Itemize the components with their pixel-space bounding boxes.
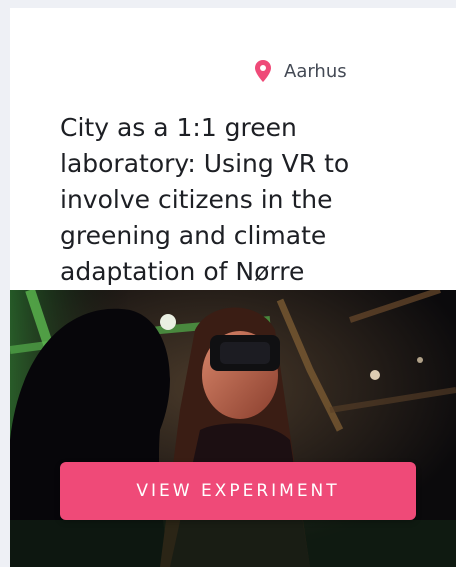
experiment-card[interactable]: Aarhus City as a 1:1 green laboratory: U… [10, 8, 456, 567]
location: Aarhus [254, 60, 347, 82]
experiment-image: VIEW EXPERIMENT [10, 290, 456, 567]
location-label: Aarhus [284, 60, 347, 82]
view-experiment-button[interactable]: VIEW EXPERIMENT [60, 462, 416, 520]
title-container: City as a 1:1 green laboratory: Using VR… [60, 110, 390, 290]
vr-scene-photo [10, 290, 456, 567]
map-pin-icon [255, 60, 271, 82]
experiment-title[interactable]: City as a 1:1 green laboratory: Using VR… [60, 110, 390, 290]
